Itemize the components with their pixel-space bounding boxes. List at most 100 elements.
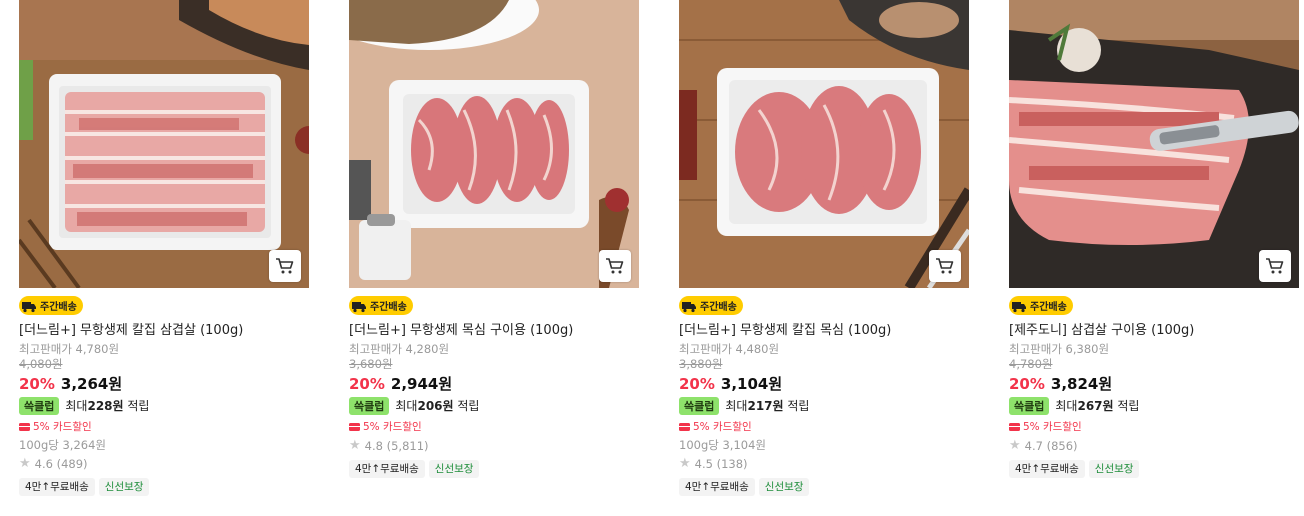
price-row: 20% 3,264원 — [19, 373, 309, 393]
card-discount: 5% 카드할인 — [1009, 420, 1299, 434]
delivery-truck-icon — [22, 301, 36, 312]
point-row: 쓱클럽 최대 217원 적립 — [679, 396, 969, 416]
rating: ★ 4.5 (138) — [679, 456, 969, 472]
rating: ★ 4.8 (5,811) — [349, 438, 639, 454]
star-icon: ★ — [349, 438, 361, 453]
max-price: 최고판매가 6,380원 — [1009, 341, 1110, 356]
discount-rate: 20% — [1009, 374, 1045, 393]
delivery-badge-label: 주간배송 — [700, 302, 737, 313]
rating-value: 4.6 — [34, 456, 53, 471]
tag-free-shipping: 4만↑무료배송 — [349, 459, 425, 478]
sale-price: 3,104원 — [720, 374, 783, 393]
max-price: 최고판매가 4,280원 — [349, 341, 450, 356]
add-to-cart-button[interactable] — [1259, 250, 1291, 282]
review-count: (489) — [56, 456, 88, 471]
card-discount: 5% 카드할인 — [349, 420, 639, 434]
max-price: 최고판매가 4,780원 — [19, 341, 120, 356]
credit-card-icon — [679, 422, 690, 431]
product-card[interactable]: 주간배송 [더느림+] 무항생제 칼집 목심 (100g) 최고판매가 4,48… — [679, 0, 969, 496]
rating-value: 4.8 — [364, 438, 383, 453]
rating-value: 4.7 — [1024, 438, 1043, 453]
price-row: 20% 2,944원 — [349, 373, 639, 393]
product-name[interactable]: [더느림+] 무항생제 칼집 목심 (100g) — [679, 323, 969, 339]
sale-price: 3,824원 — [1050, 374, 1113, 393]
point-prefix: 최대 — [395, 399, 418, 413]
tag-fresh: 신선보장 — [428, 459, 480, 478]
product-name[interactable]: [더느림+] 무항생제 칼집 삼겹살 (100g) — [19, 323, 309, 339]
review-count: (5,811) — [386, 438, 429, 453]
tag-list: 4만↑무료배송 신선보장 — [19, 477, 309, 496]
delivery-truck-icon — [352, 301, 366, 312]
point-prefix: 최대 — [65, 399, 88, 413]
discount-rate: 20% — [19, 374, 55, 393]
product-name[interactable]: [더느림+] 무항생제 목심 구이용 (100g) — [349, 323, 639, 339]
card-discount-label: 5% 카드할인 — [33, 421, 92, 433]
point-prefix: 최대 — [1055, 399, 1078, 413]
original-price: 4,080원 — [19, 356, 63, 371]
point-chip: 쓱클럽 — [679, 396, 720, 415]
product-name[interactable]: [제주도니] 삼겹살 구이용 (100g) — [1009, 323, 1299, 339]
tag-list: 4만↑무료배송 신선보장 — [349, 459, 639, 478]
point-amount: 206원 — [417, 399, 454, 413]
point-amount: 228원 — [87, 399, 124, 413]
point-suffix: 적립 — [127, 399, 150, 413]
tag-list: 4만↑무료배송 신선보장 — [1009, 459, 1299, 478]
product-image[interactable] — [679, 0, 969, 288]
review-count: (856) — [1046, 438, 1078, 453]
point-chip: 쓱클럽 — [349, 396, 390, 415]
product-card[interactable]: 주간배송 [더느림+] 무항생제 목심 구이용 (100g) 최고판매가 4,2… — [349, 0, 639, 478]
tag-fresh: 신선보장 — [758, 477, 810, 496]
card-discount: 5% 카드할인 — [679, 420, 969, 434]
sale-price: 3,264원 — [60, 374, 123, 393]
price-row: 20% 3,824원 — [1009, 373, 1299, 393]
card-discount-label: 5% 카드할인 — [693, 421, 752, 433]
delivery-truck-icon — [682, 301, 696, 312]
product-image[interactable] — [19, 0, 309, 288]
tag-free-shipping: 4만↑무료배송 — [19, 477, 95, 496]
sale-price: 2,944원 — [390, 374, 453, 393]
product-card[interactable]: 주간배송 [제주도니] 삼겹살 구이용 (100g) 최고판매가 6,380원 … — [1009, 0, 1299, 478]
point-prefix: 최대 — [725, 399, 748, 413]
tag-fresh: 신선보장 — [1088, 459, 1140, 478]
product-grid: 주간배송 [더느림+] 무항생제 칼집 삼겹살 (100g) 최고판매가 4,7… — [0, 0, 1304, 516]
tag-free-shipping: 4만↑무료배송 — [679, 477, 755, 496]
cart-icon — [276, 258, 294, 274]
discount-rate: 20% — [679, 374, 715, 393]
delivery-badge: 주간배송 — [19, 296, 83, 315]
point-chip: 쓱클럽 — [19, 396, 60, 415]
credit-card-icon — [19, 422, 30, 431]
delivery-badge-label: 주간배송 — [40, 302, 77, 313]
product-image[interactable] — [1009, 0, 1299, 288]
add-to-cart-button[interactable] — [269, 250, 301, 282]
tag-list: 4만↑무료배송 신선보장 — [679, 477, 969, 496]
unit-price: 100g당 3,264원 — [19, 437, 106, 452]
rating: ★ 4.6 (489) — [19, 456, 309, 472]
delivery-badge: 주간배송 — [1009, 296, 1073, 315]
rating-value: 4.5 — [694, 456, 713, 471]
card-discount-label: 5% 카드할인 — [363, 421, 422, 433]
star-icon: ★ — [19, 456, 31, 471]
add-to-cart-button[interactable] — [599, 250, 631, 282]
point-suffix: 적립 — [1117, 399, 1140, 413]
point-row: 쓱클럽 최대 228원 적립 — [19, 396, 309, 416]
credit-card-icon — [1009, 422, 1020, 431]
price-row: 20% 3,104원 — [679, 373, 969, 393]
point-chip: 쓱클럽 — [1009, 396, 1050, 415]
discount-rate: 20% — [349, 374, 385, 393]
point-suffix: 적립 — [787, 399, 810, 413]
product-card[interactable]: 주간배송 [더느림+] 무항생제 칼집 삼겹살 (100g) 최고판매가 4,7… — [19, 0, 309, 496]
point-row: 쓱클럽 최대 206원 적립 — [349, 396, 639, 416]
point-amount: 267원 — [1077, 399, 1114, 413]
point-suffix: 적립 — [457, 399, 480, 413]
product-image[interactable] — [349, 0, 639, 288]
cart-icon — [606, 258, 624, 274]
delivery-badge: 주간배송 — [349, 296, 413, 315]
original-price: 3,680원 — [349, 356, 393, 371]
unit-price: 100g당 3,104원 — [679, 437, 766, 452]
delivery-badge-label: 주간배송 — [370, 302, 407, 313]
point-amount: 217원 — [747, 399, 784, 413]
tag-free-shipping: 4만↑무료배송 — [1009, 459, 1085, 478]
review-count: (138) — [716, 456, 748, 471]
add-to-cart-button[interactable] — [929, 250, 961, 282]
tag-fresh: 신선보장 — [98, 477, 150, 496]
